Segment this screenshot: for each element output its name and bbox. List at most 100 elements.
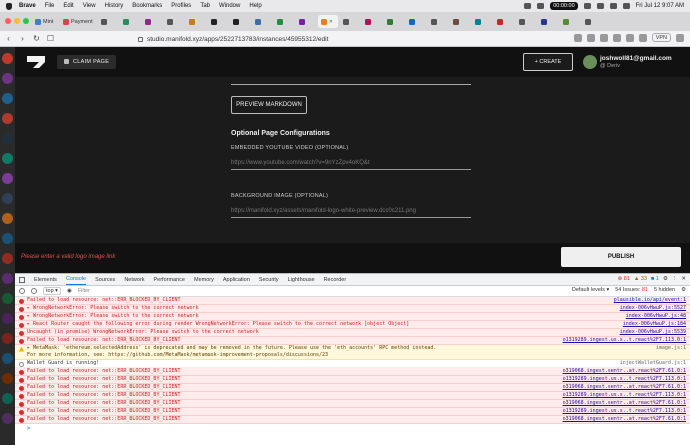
app-icon[interactable] [2, 153, 13, 164]
menu-app-name[interactable]: Brave [19, 3, 36, 9]
background-image-input[interactable]: https://manifold.xyz/assets/manifold-log… [231, 205, 471, 218]
app-icon[interactable] [2, 213, 13, 224]
browser-tab[interactable] [98, 15, 118, 28]
browser-tab[interactable] [120, 15, 140, 28]
menu-profiles[interactable]: Profiles [171, 3, 191, 9]
app-icon[interactable] [2, 253, 13, 264]
log-levels-dropdown[interactable]: Default levels ▾ [572, 287, 609, 293]
close-tab-icon[interactable]: ✕ [329, 19, 333, 25]
url-field[interactable]: studio.manifold.xyz/apps/2522713783/inst… [138, 33, 498, 45]
more-options-icon[interactable]: ⋮ [672, 276, 678, 282]
browser-tab[interactable] [274, 15, 294, 28]
devtools-tab-elements[interactable]: Elements [34, 277, 57, 283]
browser-tab[interactable] [362, 15, 382, 28]
browser-tab[interactable] [142, 15, 162, 28]
eye-icon[interactable]: ◉ [67, 288, 72, 294]
issues-button[interactable]: 54 Issues: 81 [615, 287, 648, 293]
menu-history[interactable]: History [105, 3, 124, 9]
console-message[interactable]: ▸ MetaMask: 'ethereum.selectedAddress' i… [15, 345, 690, 360]
console-source-link[interactable]: image.js:1 [656, 345, 686, 352]
console-message[interactable]: Failed to load resource: net::ERR_BLOCKE… [15, 416, 690, 424]
browser-tab[interactable] [208, 15, 228, 28]
vpn-button[interactable]: VPN [651, 33, 671, 42]
menu-edit[interactable]: Edit [63, 3, 73, 9]
app-icon[interactable] [2, 113, 13, 124]
console-message[interactable]: ▸ WrongNetworkError: Please switch to th… [15, 313, 690, 321]
menubar-clock[interactable]: Fri Jul 12 9:07 AM [636, 3, 684, 9]
browser-tab[interactable] [582, 15, 602, 28]
bookmark-icon[interactable]: ☐ [45, 33, 56, 44]
app-icon[interactable] [2, 313, 13, 324]
console-settings-icon[interactable]: ⚙ [681, 287, 686, 293]
element-picker-icon[interactable] [19, 276, 25, 283]
status-icon[interactable] [524, 3, 532, 9]
console-source-link[interactable]: index-006vHwuP.js:5539 [620, 329, 686, 336]
app-icon[interactable] [2, 193, 13, 204]
menu-tab[interactable]: Tab [200, 3, 210, 9]
console-source-link[interactable]: o1319289.ingest.us.s..t.react%2F7.113.0:… [563, 392, 686, 399]
console-message[interactable]: Failed to load resource: net::ERR_BLOCKE… [15, 368, 690, 376]
browser-tab[interactable] [252, 15, 272, 28]
devtools-tab-network[interactable]: Network [124, 277, 144, 283]
console-log[interactable]: Failed to load resource: net::ERR_BLOCKE… [15, 297, 690, 445]
devtools-tab-memory[interactable]: Memory [194, 277, 214, 283]
menu-icon[interactable] [676, 33, 684, 42]
browser-tab[interactable] [164, 15, 184, 28]
avatar[interactable] [583, 55, 597, 69]
console-source-link[interactable]: plausible.io/api/event:1 [614, 297, 686, 304]
reload-icon[interactable]: ↻ [31, 33, 42, 44]
clear-console-icon[interactable] [31, 288, 37, 294]
browser-tab[interactable] [340, 15, 360, 28]
recording-timer[interactable]: 00:00:00 [550, 2, 578, 10]
claim-page-button[interactable]: CLAIM PAGE [57, 55, 117, 69]
apple-icon[interactable] [6, 2, 12, 10]
app-icon[interactable] [2, 413, 13, 424]
browser-tab[interactable] [428, 15, 448, 28]
console-source-link[interactable]: injectWalletGuard.js:1 [620, 360, 686, 367]
brave-shields-icon[interactable] [573, 33, 582, 42]
close-devtools-icon[interactable]: ✕ [681, 276, 686, 282]
console-message[interactable]: Failed to load resource: net::ERR_BLOCKE… [15, 337, 690, 345]
devtools-tab-sources[interactable]: Sources [95, 277, 115, 283]
youtube-url-input[interactable]: https://www.youtube.com/watch?v=9nYzZpv4… [231, 157, 471, 170]
console-message[interactable]: Failed to load resource: net::ERR_BLOCKE… [15, 297, 690, 305]
console-source-link[interactable]: o319068.ingest.sentr..at.react%2F7.61.0:… [563, 416, 686, 423]
console-source-link[interactable]: o319068.ingest.sentr..at.react%2F7.61.0:… [563, 400, 686, 407]
console-message[interactable]: ▸ WrongNetworkError: Please switch to th… [15, 305, 690, 313]
browser-tab[interactable] [560, 15, 580, 28]
status-icon[interactable] [537, 3, 545, 9]
console-message-detail[interactable]: For more information, see: https://githu… [27, 352, 690, 359]
console-message[interactable]: Failed to load resource: net::ERR_BLOCKE… [15, 400, 690, 408]
browser-tab[interactable]: Mint [32, 15, 58, 28]
preview-markdown-button[interactable]: PREVIEW MARKDOWN [231, 96, 307, 114]
extension-icon[interactable] [625, 33, 634, 42]
publish-button[interactable]: PUBLISH [561, 247, 681, 267]
app-icon[interactable] [2, 53, 13, 64]
lock-icon[interactable] [138, 36, 143, 42]
console-source-link[interactable]: o319068.ingest.sentr..at.react%2F7.61.0:… [563, 384, 686, 391]
menu-help[interactable]: Help [249, 3, 261, 9]
app-icon[interactable] [2, 73, 13, 84]
error-count[interactable]: ⊗ 81 [618, 276, 630, 282]
minimize-window-icon[interactable] [14, 18, 20, 24]
console-message[interactable]: Failed to load resource: net::ERR_BLOCKE… [15, 408, 690, 416]
menu-view[interactable]: View [83, 3, 96, 9]
browser-tab[interactable]: Payment [60, 15, 96, 28]
browser-tab[interactable] [296, 15, 316, 28]
browser-tab[interactable] [384, 15, 404, 28]
menu-window[interactable]: Window [219, 3, 240, 9]
devtools-tab-performance[interactable]: Performance [153, 277, 185, 283]
console-message[interactable]: Wallet Guard is running! injectWalletGuar… [15, 360, 690, 368]
console-source-link[interactable]: index-006vHwuP.js:184 [623, 321, 686, 328]
maximize-window-icon[interactable] [23, 18, 29, 24]
search-icon[interactable] [609, 3, 617, 9]
console-message[interactable]: Failed to load resource: net::ERR_BLOCKE… [15, 384, 690, 392]
browser-tab[interactable] [516, 15, 536, 28]
app-icon[interactable] [2, 93, 13, 104]
console-prompt[interactable]: > [15, 424, 690, 433]
app-icon[interactable] [2, 133, 13, 144]
console-message[interactable]: Failed to load resource: net::ERR_BLOCKE… [15, 376, 690, 384]
menu-bookmarks[interactable]: Bookmarks [132, 3, 162, 9]
browser-tab[interactable] [450, 15, 470, 28]
settings-gear-icon[interactable]: ⚙ [663, 276, 668, 282]
